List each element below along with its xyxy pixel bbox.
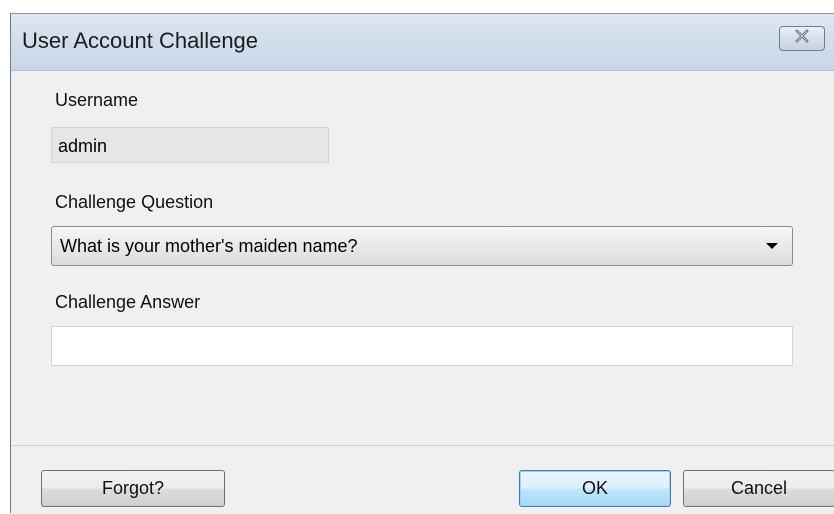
username-field: admin xyxy=(51,127,329,163)
close-button[interactable] xyxy=(779,26,825,51)
challenge-question-dropdown[interactable]: What is your mother's maiden name? xyxy=(51,226,793,266)
username-label: Username xyxy=(55,90,139,110)
window-title: User Account Challenge xyxy=(22,28,259,53)
close-icon xyxy=(794,29,810,48)
title-bar[interactable]: User Account Challenge xyxy=(11,14,834,71)
challenge-question-label: Challenge Question xyxy=(55,192,214,212)
challenge-question-value: What is your mother's maiden name? xyxy=(60,236,358,256)
chevron-down-icon[interactable] xyxy=(762,236,782,256)
cancel-button[interactable]: Cancel xyxy=(683,470,834,507)
forgot-button[interactable]: Forgot? xyxy=(41,470,225,507)
ok-button[interactable]: OK xyxy=(519,470,671,507)
challenge-answer-input[interactable] xyxy=(51,326,793,366)
button-bar: Forgot? OK Cancel xyxy=(11,446,834,514)
dialog-body: Username admin Challenge Question What i… xyxy=(11,71,834,514)
user-account-challenge-dialog: User Account Challenge Username admin Ch… xyxy=(10,13,834,514)
challenge-answer-label: Challenge Answer xyxy=(55,292,201,312)
